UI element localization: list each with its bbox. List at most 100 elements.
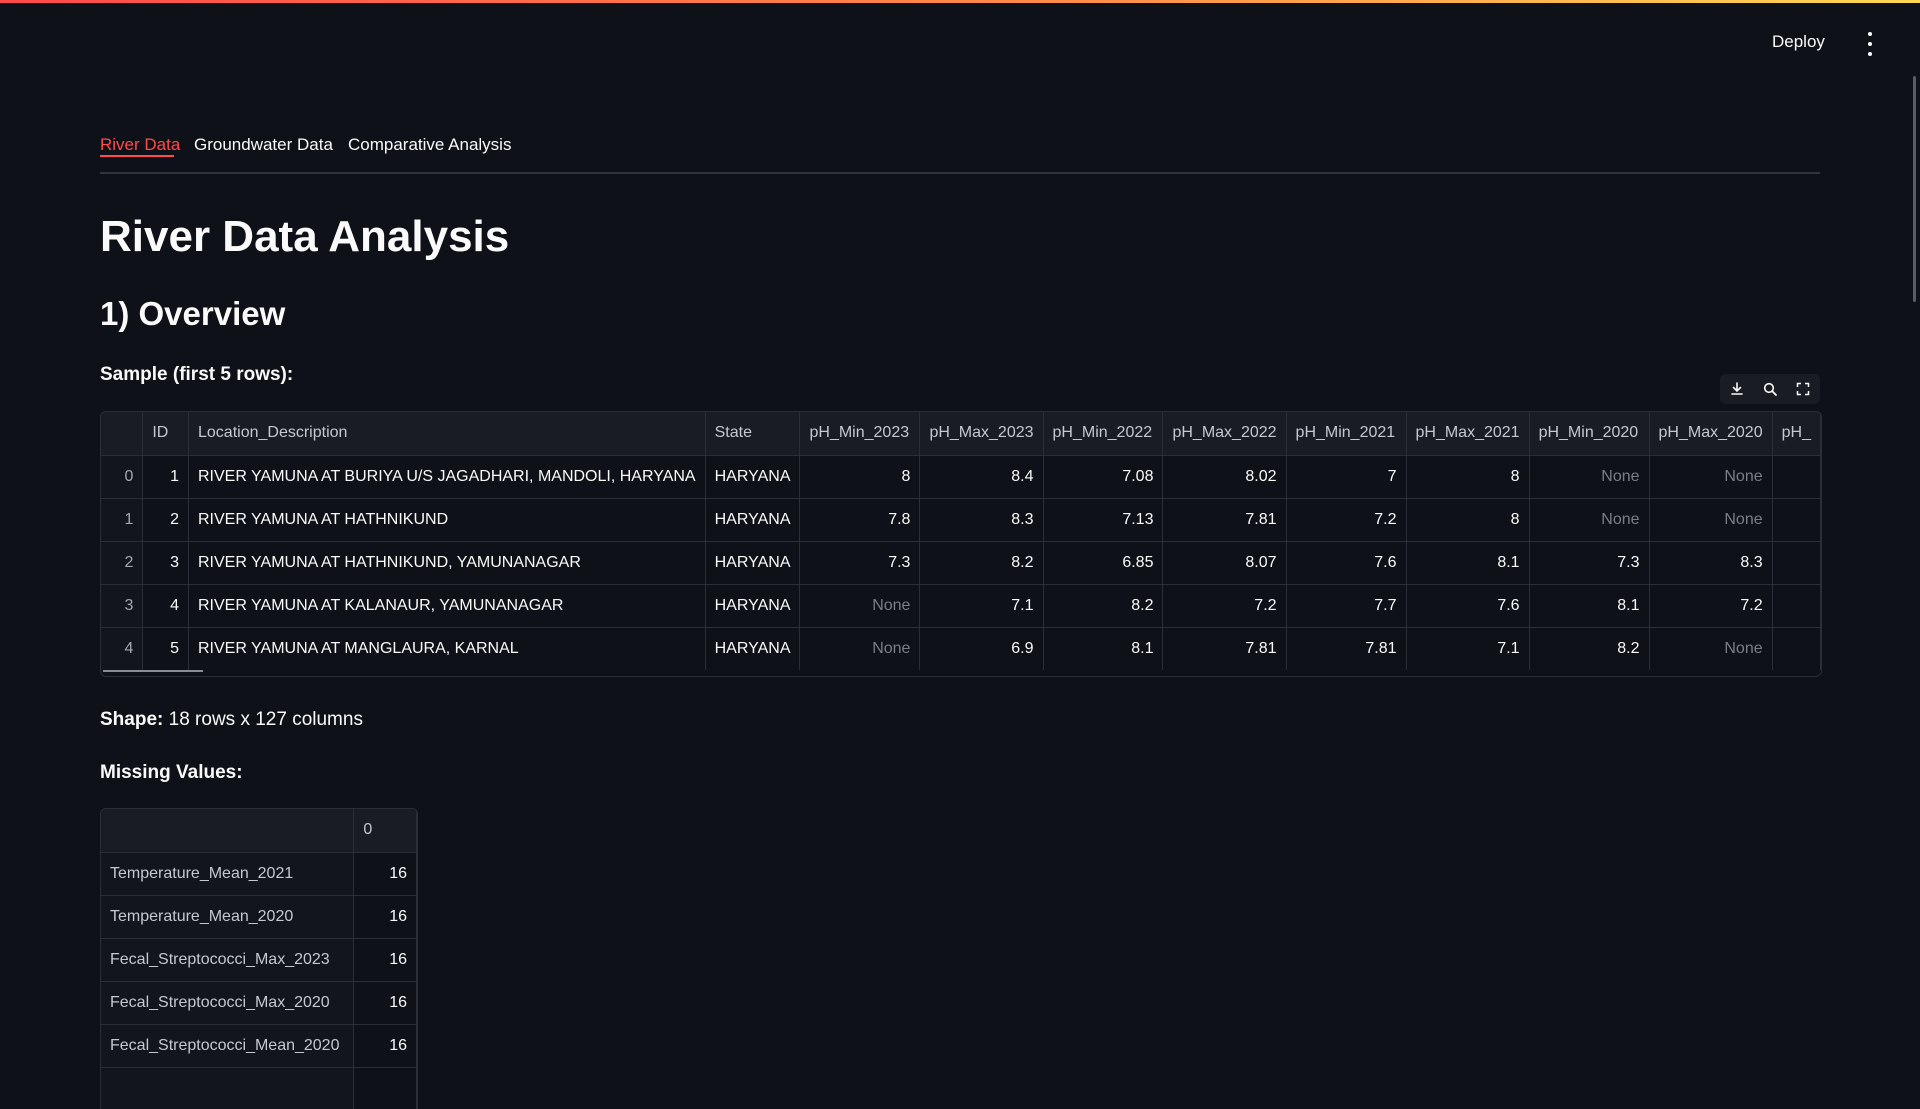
table-cell[interactable] [1772, 627, 1821, 670]
column-header[interactable]: pH_Min_2023 [799, 412, 921, 456]
table-cell[interactable]: RIVER YAMUNA AT HATHNIKUND [188, 498, 706, 542]
table-cell[interactable]: 8.1 [1529, 584, 1650, 628]
column-header[interactable]: pH_ [1772, 412, 1821, 456]
row-index-cell[interactable]: 1 [101, 498, 144, 542]
table-cell[interactable]: 4 [142, 584, 189, 628]
tab-comparative-analysis[interactable]: Comparative Analysis [348, 135, 511, 155]
table-cell[interactable]: 16 [353, 938, 417, 982]
table-cell[interactable]: 7.81 [1286, 627, 1407, 670]
table-cell[interactable]: 8.2 [1529, 627, 1650, 670]
row-index-cell[interactable]: 2 [101, 541, 144, 585]
tab-river-data[interactable]: River Data [100, 135, 180, 157]
table-cell[interactable]: 6.9 [919, 627, 1044, 670]
column-header[interactable]: pH_Max_2022 [1162, 412, 1287, 456]
column-header[interactable]: pH_Max_2021 [1406, 412, 1530, 456]
table-cell[interactable]: 7.13 [1043, 498, 1164, 542]
row-index-cell[interactable]: Fecal_Streptococci_Mean_2020 [101, 1024, 355, 1068]
table-cell[interactable]: 7.6 [1406, 584, 1530, 628]
more-vertical-icon[interactable] [1863, 32, 1877, 56]
row-index-cell[interactable]: Fecal_Streptococci_Max_2023 [101, 938, 355, 982]
table-cell[interactable]: HARYANA [705, 627, 801, 670]
table-cell[interactable]: 8.3 [919, 498, 1044, 542]
table-cell[interactable]: HARYANA [705, 498, 801, 542]
download-icon[interactable] [1726, 378, 1748, 400]
table-cell[interactable]: 8.3 [1649, 541, 1773, 585]
table-cell[interactable]: HARYANA [705, 541, 801, 585]
column-header[interactable]: pH_Min_2022 [1043, 412, 1164, 456]
table-cell[interactable]: 6.85 [1043, 541, 1164, 585]
table-cell[interactable]: 7.08 [1043, 455, 1164, 499]
row-index-cell[interactable]: Temperature_Mean_2020 [101, 895, 355, 939]
table-cell[interactable]: RIVER YAMUNA AT KALANAUR, YAMUNANAGAR [188, 584, 706, 628]
table-cell[interactable]: 16 [353, 1024, 417, 1068]
search-icon[interactable] [1759, 378, 1781, 400]
table-cell[interactable]: None [1649, 498, 1773, 542]
index-column-header[interactable] [101, 809, 355, 853]
table-cell[interactable]: 16 [353, 852, 417, 896]
table-cell[interactable]: 7.6 [1286, 541, 1407, 585]
table-cell[interactable] [1772, 455, 1821, 499]
table-cell[interactable]: None [1529, 498, 1650, 542]
table-cell[interactable]: 8.4 [919, 455, 1044, 499]
deploy-button[interactable]: Deploy [1772, 32, 1825, 52]
column-header[interactable]: pH_Min_2021 [1286, 412, 1407, 456]
row-index-cell[interactable]: Fecal_Streptococci_Max_2020 [101, 981, 355, 1025]
column-header[interactable]: ID [142, 412, 189, 456]
table-cell[interactable]: 7.2 [1162, 584, 1287, 628]
column-header[interactable]: pH_Min_2020 [1529, 412, 1650, 456]
table-cell[interactable]: RIVER YAMUNA AT MANGLAURA, KARNAL [188, 627, 706, 670]
table-cell[interactable]: 8 [1406, 498, 1530, 542]
table-cell[interactable]: 8.1 [1406, 541, 1530, 585]
table-cell[interactable]: RIVER YAMUNA AT HATHNIKUND, YAMUNANAGAR [188, 541, 706, 585]
table-cell[interactable]: 16 [353, 895, 417, 939]
table-cell[interactable]: 7.3 [799, 541, 921, 585]
fullscreen-icon[interactable] [1792, 378, 1814, 400]
table-cell[interactable]: 7.1 [919, 584, 1044, 628]
table-cell[interactable]: 7.3 [1529, 541, 1650, 585]
table-cell[interactable]: 8.02 [1162, 455, 1287, 499]
missing-values-dataframe[interactable]: 0 Temperature_Mean_2021 16 Temperature_Mea… [100, 808, 418, 1109]
table-cell[interactable]: None [1649, 455, 1773, 499]
table-cell[interactable]: None [799, 627, 921, 670]
table-cell[interactable] [353, 1067, 417, 1109]
column-header[interactable]: Location_Description [188, 412, 706, 456]
table-cell[interactable]: 3 [142, 541, 189, 585]
sample-dataframe[interactable]: ID Location_Description State pH_Min_2023 pH… [100, 411, 1822, 677]
row-index-cell[interactable]: 0 [101, 455, 144, 499]
table-cell[interactable]: 1 [142, 455, 189, 499]
table-cell[interactable]: 2 [142, 498, 189, 542]
table-cell[interactable]: 8.2 [1043, 584, 1164, 628]
row-index-cell[interactable]: 4 [101, 627, 144, 670]
table-cell[interactable]: 7.8 [799, 498, 921, 542]
column-header[interactable]: State [705, 412, 801, 456]
column-header[interactable]: pH_Max_2020 [1649, 412, 1773, 456]
table-cell[interactable]: 8.2 [919, 541, 1044, 585]
row-index-cell[interactable]: 3 [101, 584, 144, 628]
table-cell[interactable]: 7.1 [1406, 627, 1530, 670]
table-cell[interactable] [1772, 498, 1821, 542]
tab-groundwater-data[interactable]: Groundwater Data [194, 135, 333, 155]
table-cell[interactable] [1772, 541, 1821, 585]
index-column-header[interactable] [101, 412, 144, 456]
table-cell[interactable]: None [1529, 455, 1650, 499]
column-header[interactable]: pH_Max_2023 [919, 412, 1044, 456]
table-cell[interactable] [1772, 584, 1821, 628]
table-cell[interactable]: 7.2 [1286, 498, 1407, 542]
table-cell[interactable]: 7.81 [1162, 498, 1287, 542]
table-cell[interactable]: 5 [142, 627, 189, 670]
table-cell[interactable]: 8 [799, 455, 921, 499]
table-cell[interactable]: HARYANA [705, 455, 801, 499]
table-cell[interactable]: 7.7 [1286, 584, 1407, 628]
column-header[interactable]: 0 [353, 809, 417, 853]
row-index-cell[interactable] [101, 1067, 355, 1109]
row-index-cell[interactable]: Temperature_Mean_2021 [101, 852, 355, 896]
table-cell[interactable]: HARYANA [705, 584, 801, 628]
table-cell[interactable]: RIVER YAMUNA AT BURIYA U/S JAGADHARI, MA… [188, 455, 706, 499]
table-cell[interactable]: 8.07 [1162, 541, 1287, 585]
table-cell[interactable]: 8 [1406, 455, 1530, 499]
table-cell[interactable]: 7.81 [1162, 627, 1287, 670]
table-cell[interactable]: None [1649, 627, 1773, 670]
table-cell[interactable]: 16 [353, 981, 417, 1025]
table-cell[interactable]: 7.2 [1649, 584, 1773, 628]
scrollbar-thumb[interactable] [1913, 76, 1916, 302]
